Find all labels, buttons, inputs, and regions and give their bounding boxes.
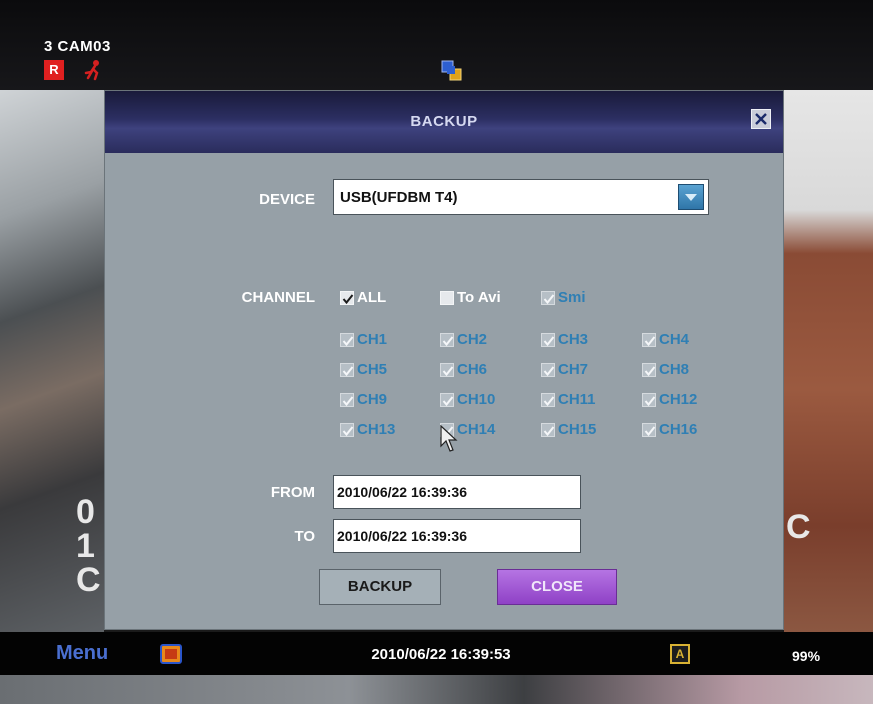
media-icon[interactable] bbox=[160, 644, 182, 664]
channel-label-text: CH12 bbox=[659, 391, 698, 408]
from-date-value: 2010/06/22 16:39:36 bbox=[337, 484, 467, 500]
channel-option[interactable]: CH11 bbox=[541, 391, 596, 408]
channel-checkbox[interactable] bbox=[440, 332, 454, 347]
channel-label-text: CH9 bbox=[357, 391, 388, 408]
channel-label-text: CH11 bbox=[558, 391, 596, 408]
channel-checkbox[interactable] bbox=[340, 392, 354, 407]
channel-label-text: CH1 bbox=[357, 331, 388, 348]
channel-option[interactable]: CH4 bbox=[642, 331, 689, 348]
status-bar: Menu 2010/06/22 16:39:53 A 99% bbox=[0, 632, 873, 675]
channel-label-text: CH10 bbox=[457, 391, 496, 408]
checkbox-all[interactable] bbox=[340, 290, 354, 305]
channel-checkbox[interactable] bbox=[642, 362, 656, 377]
channel-label-text: CH7 bbox=[558, 361, 589, 378]
network-icon bbox=[441, 60, 462, 81]
dialog-title-bar: BACKUP bbox=[105, 91, 783, 153]
dvr-screen: 3 CAM03 R 0 1 C C BACKUP DEVICE USB(UFDB… bbox=[0, 0, 873, 704]
background-text-left: 0 1 C bbox=[76, 493, 101, 599]
checkbox-label: Smi bbox=[558, 289, 586, 306]
channel-option[interactable]: CH6 bbox=[440, 361, 487, 378]
channel-checkbox[interactable] bbox=[642, 332, 656, 347]
from-label: FROM bbox=[270, 484, 315, 501]
channel-option[interactable]: CH7 bbox=[541, 361, 588, 378]
record-badge: R bbox=[44, 60, 64, 80]
channel-label-text: CH5 bbox=[357, 361, 388, 378]
motion-icon bbox=[84, 60, 99, 81]
camera-feed-top bbox=[0, 0, 873, 90]
channel-checkbox[interactable] bbox=[541, 362, 555, 377]
backup-button[interactable]: BACKUP bbox=[319, 569, 441, 605]
to-date-value: 2010/06/22 16:39:36 bbox=[337, 528, 467, 544]
close-icon-glyph bbox=[755, 113, 767, 125]
channel-label-text: CH14 bbox=[457, 421, 496, 438]
channel-checkbox[interactable] bbox=[541, 422, 555, 437]
auto-mode-icon: A bbox=[670, 644, 690, 664]
device-select[interactable]: USB(UFDBM T4) bbox=[333, 179, 709, 215]
camera-feed-bottom bbox=[0, 675, 873, 704]
channel-all-option[interactable]: ALL bbox=[340, 289, 386, 306]
channel-option[interactable]: CH2 bbox=[440, 331, 487, 348]
channel-option[interactable]: CH12 bbox=[642, 391, 697, 408]
channel-option[interactable]: CH13 bbox=[340, 421, 395, 438]
smi-option[interactable]: Smi bbox=[541, 289, 586, 306]
channel-label-text: CH6 bbox=[457, 361, 488, 378]
channel-checkbox[interactable] bbox=[541, 332, 555, 347]
to-date-field[interactable]: 2010/06/22 16:39:36 bbox=[333, 519, 581, 553]
channel-label-text: CH13 bbox=[357, 421, 396, 438]
channel-option[interactable]: CH9 bbox=[340, 391, 387, 408]
to-label: TO bbox=[294, 528, 315, 545]
checkbox-label: To Avi bbox=[457, 289, 501, 306]
channel-option[interactable]: CH15 bbox=[541, 421, 596, 438]
background-text-right: C bbox=[786, 508, 811, 546]
to-avi-option[interactable]: To Avi bbox=[440, 289, 501, 306]
chevron-down-icon[interactable] bbox=[678, 184, 704, 210]
status-datetime: 2010/06/22 16:39:53 bbox=[371, 646, 511, 663]
channel-option[interactable]: CH1 bbox=[340, 331, 387, 348]
channel-label-text: CH15 bbox=[558, 421, 597, 438]
channel-checkbox[interactable] bbox=[440, 392, 454, 407]
checkbox-smi[interactable] bbox=[541, 290, 555, 305]
channel-option[interactable]: CH16 bbox=[642, 421, 697, 438]
menu-button[interactable]: Menu bbox=[56, 642, 108, 665]
checkbox-label: ALL bbox=[357, 289, 387, 306]
channel-label: CHANNEL bbox=[241, 289, 315, 306]
close-button[interactable]: CLOSE bbox=[497, 569, 617, 605]
checkbox-to-avi[interactable] bbox=[440, 290, 454, 305]
channel-checkbox[interactable] bbox=[340, 332, 354, 347]
channel-checkbox[interactable] bbox=[440, 362, 454, 377]
camera-label: 3 CAM03 bbox=[44, 38, 111, 55]
channel-checkbox[interactable] bbox=[340, 362, 354, 377]
channel-label-text: CH2 bbox=[457, 331, 488, 348]
from-date-field[interactable]: 2010/06/22 16:39:36 bbox=[333, 475, 581, 509]
channel-option[interactable]: CH10 bbox=[440, 391, 495, 408]
channel-label-text: CH3 bbox=[558, 331, 589, 348]
channel-checkbox[interactable] bbox=[340, 422, 354, 437]
mouse-cursor-icon bbox=[440, 425, 458, 452]
camera-feed-right bbox=[784, 90, 873, 635]
channel-checkbox[interactable] bbox=[541, 392, 555, 407]
device-value: USB(UFDBM T4) bbox=[340, 189, 458, 206]
channel-label-text: CH4 bbox=[659, 331, 690, 348]
backup-dialog: BACKUP DEVICE USB(UFDBM T4) CHANNEL ALL … bbox=[104, 90, 784, 630]
close-icon[interactable] bbox=[751, 109, 771, 129]
channel-label-text: CH16 bbox=[659, 421, 698, 438]
channel-option[interactable]: CH3 bbox=[541, 331, 588, 348]
hdd-usage: 99% bbox=[792, 648, 821, 664]
channel-option[interactable]: CH8 bbox=[642, 361, 689, 378]
channel-option[interactable]: CH5 bbox=[340, 361, 387, 378]
device-label: DEVICE bbox=[259, 191, 315, 208]
channel-label-text: CH8 bbox=[659, 361, 690, 378]
channel-checkbox[interactable] bbox=[642, 392, 656, 407]
dialog-title: BACKUP bbox=[410, 113, 478, 130]
channel-checkbox[interactable] bbox=[642, 422, 656, 437]
